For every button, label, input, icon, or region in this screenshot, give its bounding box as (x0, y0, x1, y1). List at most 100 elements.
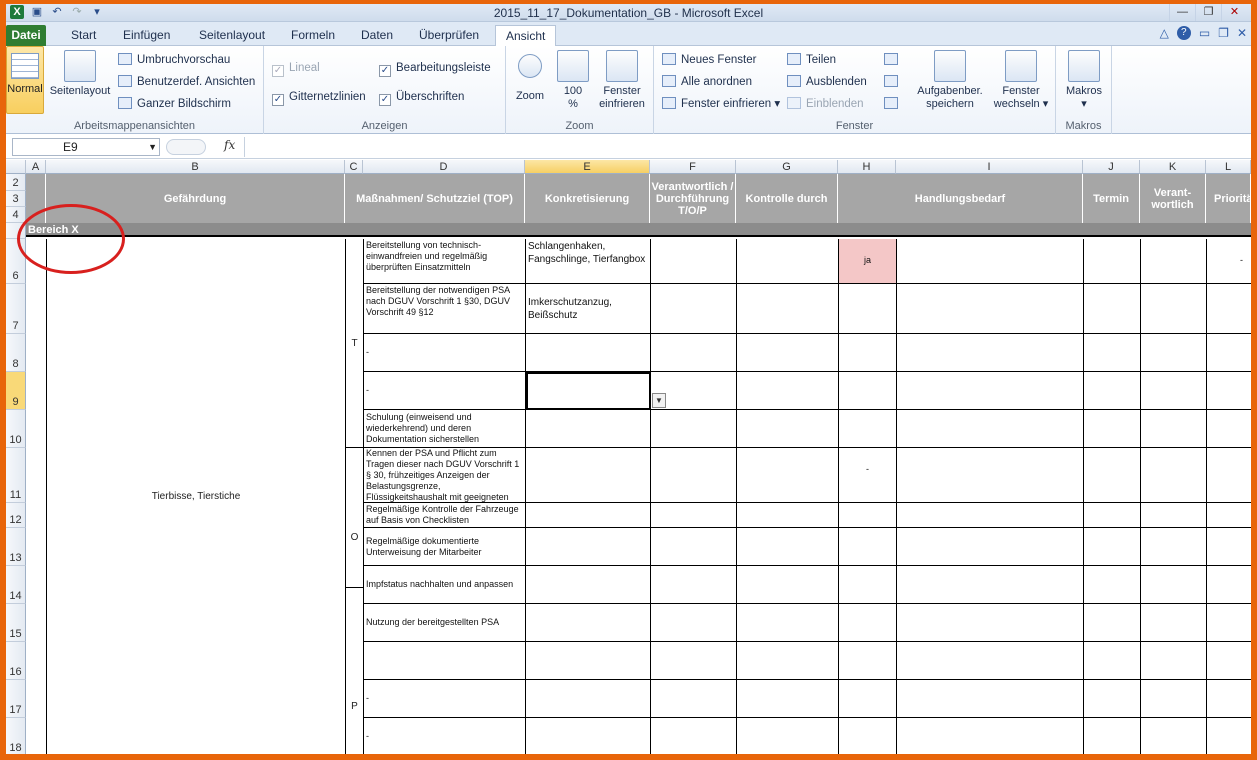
cell-verantwortlich-durchfuehrung[interactable] (651, 718, 737, 754)
einblenden-button[interactable]: Einblenden (787, 95, 864, 113)
cell-handlungsbedarf-detail[interactable] (897, 503, 1084, 528)
cell-prioritaet[interactable] (1207, 503, 1251, 528)
header-massnahmen[interactable]: Maßnahmen/ Schutzziel (TOP) (345, 174, 525, 223)
cell-verantwortlich[interactable] (1141, 566, 1207, 604)
header-termin[interactable]: Termin (1083, 174, 1140, 223)
cell-prioritaet[interactable] (1207, 410, 1251, 448)
cell-massnahme[interactable]: Bereitstellung der notwendigen PSA nach … (364, 284, 526, 334)
cell-prioritaet[interactable] (1207, 680, 1251, 718)
fenster-einfrieren-button[interactable]: Fenster einfrieren ▾ (662, 95, 780, 113)
cell-konkretisierung[interactable]: Schlangenhaken, Fangschlinge, Tierfangbo… (526, 239, 651, 284)
cell-konkretisierung[interactable] (526, 528, 651, 566)
cell-massnahme[interactable]: - (364, 680, 526, 718)
cell-handlungsbedarf-detail[interactable] (897, 284, 1084, 334)
cell-konkretisierung[interactable] (526, 604, 651, 642)
row-header[interactable]: 2 (6, 174, 26, 191)
cell-handlungsbedarf-detail[interactable] (897, 410, 1084, 448)
cell-verantwortlich-durchfuehrung[interactable] (651, 503, 737, 528)
cell-verantwortlich[interactable] (1141, 503, 1207, 528)
select-all-corner[interactable] (6, 160, 26, 174)
minimize-ribbon-icon[interactable]: △ (1160, 26, 1169, 40)
cell-verantwortlich-durchfuehrung[interactable] (651, 642, 737, 680)
cell-massnahme[interactable] (364, 642, 526, 680)
bearbeitungsleiste-checkbox[interactable]: ✓ Bearbeitungsleiste (379, 59, 491, 77)
cell-handlungsbedarf[interactable] (839, 528, 897, 566)
neues-fenster-button[interactable]: Neues Fenster (662, 51, 756, 69)
cell-termin[interactable] (1084, 448, 1141, 503)
cell-handlungsbedarf[interactable] (839, 718, 897, 754)
cell-top-p[interactable]: P (346, 588, 363, 754)
row-header[interactable]: 13 (6, 528, 26, 566)
doc-restore-icon[interactable]: ❐ (1218, 26, 1229, 40)
cell-verantwortlich[interactable] (1141, 642, 1207, 680)
cell-kontrolle[interactable] (737, 604, 839, 642)
cell-kontrolle[interactable] (737, 680, 839, 718)
tab-einfuegen[interactable]: Einfügen (113, 25, 180, 46)
cell-verantwortlich[interactable] (1141, 410, 1207, 448)
cell-top-o[interactable]: O (346, 448, 363, 588)
cell-verantwortlich[interactable] (1141, 528, 1207, 566)
cell-handlungsbedarf[interactable] (839, 334, 897, 372)
cell-verantwortlich-durchfuehrung[interactable] (651, 528, 737, 566)
cell-verantwortlich-durchfuehrung[interactable] (651, 334, 737, 372)
cell-verantwortlich[interactable] (1141, 239, 1207, 284)
tab-seitenlayout[interactable]: Seitenlayout (189, 25, 275, 46)
cell-konkretisierung[interactable] (526, 503, 651, 528)
cell-verantwortlich[interactable] (1141, 372, 1207, 410)
cell-prioritaet[interactable] (1207, 528, 1251, 566)
cell-verantwortlich-durchfuehrung[interactable] (651, 448, 737, 503)
cell-konkretisierung[interactable] (526, 448, 651, 503)
restore-icon[interactable]: ❐ (1195, 4, 1221, 21)
cell-prioritaet[interactable] (1207, 372, 1251, 410)
cell-termin[interactable] (1084, 718, 1141, 754)
cell-handlungsbedarf[interactable] (839, 680, 897, 718)
cell-verantwortlich[interactable] (1141, 680, 1207, 718)
cell-prioritaet[interactable] (1207, 566, 1251, 604)
tab-daten[interactable]: Daten (351, 25, 403, 46)
section-row-bereich[interactable]: Bereich X (26, 223, 1251, 237)
seitenlayout-view-button[interactable]: Seitenlayout (48, 50, 112, 98)
cell-konkretisierung[interactable] (526, 718, 651, 754)
cell-handlungsbedarf-detail[interactable] (897, 680, 1084, 718)
row-header[interactable]: 18 (6, 718, 26, 754)
row-header[interactable]: 16 (6, 642, 26, 680)
name-box[interactable]: E9 ▼ (12, 138, 160, 156)
column-header-h[interactable]: H (838, 160, 896, 174)
row-header[interactable]: 11 (6, 448, 26, 503)
column-header-b[interactable]: B (46, 160, 345, 174)
ausblenden-button[interactable]: Ausblenden (787, 73, 867, 91)
cell-handlungsbedarf[interactable]: ja (839, 239, 897, 284)
alle-anordnen-button[interactable]: Alle anordnen (662, 73, 752, 91)
cell-handlungsbedarf-detail[interactable] (897, 372, 1084, 410)
tab-start[interactable]: Start (61, 25, 106, 46)
ganzer-bildschirm-button[interactable]: Ganzer Bildschirm (118, 95, 231, 113)
cell-handlungsbedarf-detail[interactable] (897, 642, 1084, 680)
cell-verantwortlich-durchfuehrung[interactable] (651, 680, 737, 718)
doc-minimize-icon[interactable]: ▭ (1199, 26, 1210, 40)
cell-prioritaet[interactable] (1207, 284, 1251, 334)
cell-termin[interactable] (1084, 410, 1141, 448)
reset-position-icon[interactable] (884, 95, 898, 113)
row-header[interactable]: 12 (6, 503, 26, 528)
cell-massnahme[interactable]: - (364, 372, 526, 410)
cell-termin[interactable] (1084, 642, 1141, 680)
cell-hazard[interactable]: Tierbisse, Tierstiche (47, 239, 345, 754)
cell-verantwortlich[interactable] (1141, 334, 1207, 372)
cell-massnahme[interactable]: Schulung (einweisend und wiederkehrend) … (364, 410, 526, 448)
side-by-side-icon[interactable] (884, 51, 898, 69)
cell-handlungsbedarf[interactable] (839, 604, 897, 642)
cell-termin[interactable] (1084, 566, 1141, 604)
chevron-down-icon[interactable]: ▼ (148, 139, 157, 155)
ueberschriften-checkbox[interactable]: ✓ Überschriften (379, 88, 464, 106)
teilen-button[interactable]: Teilen (787, 51, 836, 69)
cell-kontrolle[interactable] (737, 528, 839, 566)
cell-prioritaet[interactable] (1207, 718, 1251, 754)
gitternetzlinien-checkbox[interactable]: ✓ Gitternetzlinien (272, 88, 366, 106)
tab-datei[interactable]: Datei (6, 25, 46, 46)
formula-cancel-icon[interactable] (166, 139, 206, 155)
cell-kontrolle[interactable] (737, 503, 839, 528)
fenster-wechseln-button[interactable]: Fenster wechseln ▾ (990, 50, 1052, 111)
cell-massnahme[interactable]: - (364, 718, 526, 754)
cell-verantwortlich-durchfuehrung[interactable] (651, 604, 737, 642)
column-header-k[interactable]: K (1140, 160, 1206, 174)
